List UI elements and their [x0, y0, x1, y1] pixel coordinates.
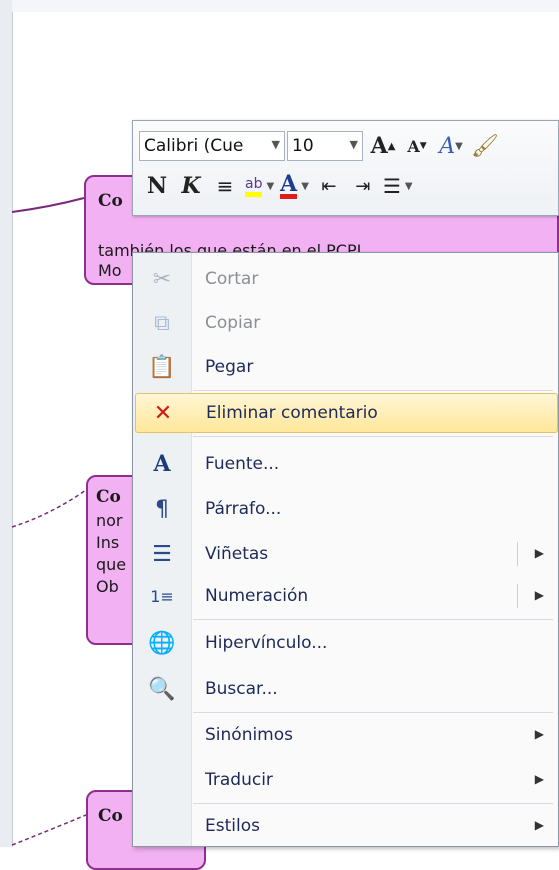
menu-item-label: Eliminar comentario	[206, 403, 378, 423]
font-color-icon: A	[280, 170, 298, 199]
copy-icon: ⧉	[154, 310, 170, 336]
menu-separator	[193, 390, 553, 391]
menu-separator	[193, 712, 553, 713]
bullets-button[interactable]: ☰ ▼	[383, 171, 413, 201]
chevron-down-icon[interactable]: ▼	[266, 181, 274, 192]
submenu-arrow-icon: ▶	[534, 727, 544, 741]
menu-item-cut[interactable]: ✂ Cortar	[135, 259, 558, 299]
split-divider	[517, 584, 518, 608]
menu-item-hyperlink[interactable]: 🌐 Hipervínculo...	[135, 623, 558, 663]
empty-icon-slot	[135, 715, 189, 755]
menu-item-copy[interactable]: ⧉ Copiar	[135, 303, 558, 343]
format-painter-button[interactable]: 🖌	[471, 131, 499, 161]
italic-button[interactable]: K	[177, 171, 205, 201]
research-icon: 🔍	[148, 676, 176, 702]
menu-separator	[193, 803, 553, 804]
bullets-icon: ☰	[382, 174, 401, 198]
increase-indent-button[interactable]: ⇥	[349, 171, 377, 201]
font-size-value: 10	[292, 136, 314, 156]
menu-item-label: Estilos	[205, 816, 260, 836]
menu-item-label: Párrafo...	[205, 499, 282, 519]
submenu-arrow-icon: ▶	[534, 772, 544, 786]
font-icon: A	[153, 451, 171, 477]
menu-item-styles[interactable]: Estilos ▶	[135, 806, 558, 846]
center-align-icon: ≡	[216, 174, 234, 198]
mini-formatting-toolbar: Calibri (Cue ▼ 10 ▼ A▲ A▼ A▼ 🖌 N K ≡	[132, 120, 559, 216]
menu-item-label: Viñetas	[205, 544, 269, 564]
shrink-font-label: A	[407, 136, 420, 156]
context-menu: ✂ Cortar ⧉ Copiar 📋 Pegar ✕ Eliminar com…	[132, 252, 559, 847]
decrease-indent-icon: ⇤	[321, 175, 337, 197]
bold-button[interactable]: N	[143, 171, 171, 201]
menu-item-label: Pegar	[205, 357, 254, 377]
grow-font-label: A	[370, 133, 388, 159]
menu-item-synonyms[interactable]: Sinónimos ▶	[135, 715, 558, 755]
menu-separator	[193, 619, 553, 620]
menu-item-paragraph[interactable]: ¶ Párrafo...	[135, 489, 558, 529]
menu-item-delete-comment[interactable]: ✕ Eliminar comentario	[135, 393, 558, 433]
menu-item-label: Numeración	[205, 586, 309, 606]
shrink-arrow-icon: ▼	[419, 141, 427, 151]
styles-icon: A	[439, 133, 456, 159]
empty-icon-slot	[135, 760, 189, 800]
chevron-down-icon: ▼	[455, 140, 463, 152]
toolbar-row-2: N K ≡ ab ▼ A ▼ ⇤ ⇥ ☰ ▼	[139, 169, 413, 203]
font-color-button[interactable]: A ▼	[280, 171, 309, 201]
menu-item-label: Traducir	[205, 770, 273, 790]
paste-icon: 📋	[148, 354, 176, 380]
empty-icon-slot	[135, 806, 189, 846]
font-name-value: Calibri (Cue	[144, 136, 244, 156]
highlighter-icon: ab	[245, 176, 263, 197]
bullets-icon: ☰	[152, 541, 172, 567]
paragraph-icon: ¶	[155, 496, 169, 522]
menu-item-font[interactable]: A Fuente...	[135, 444, 558, 484]
submenu-arrow-icon[interactable]: ▶	[535, 588, 544, 602]
menu-item-label: Sinónimos	[205, 725, 294, 745]
chevron-down-icon[interactable]: ▼	[272, 138, 280, 151]
grow-arrow-icon: ▲	[387, 140, 396, 152]
toolbar-row-1: Calibri (Cue ▼ 10 ▼ A ▲ A ▼ A ▼ 🖌	[139, 129, 499, 163]
chevron-down-icon[interactable]: ▼	[405, 181, 413, 192]
hyperlink-icon: 🌐	[148, 630, 176, 656]
menu-item-label: Hipervínculo...	[205, 633, 328, 653]
menu-item-translate[interactable]: Traducir ▶	[135, 760, 558, 800]
font-size-combo[interactable]: 10 ▼	[287, 131, 363, 161]
menu-item-label: Copiar	[205, 313, 261, 333]
menu-item-label: Cortar	[205, 269, 259, 289]
menu-item-research[interactable]: 🔍 Buscar...	[135, 669, 558, 709]
menu-item-bullets[interactable]: ☰ Viñetas ▶	[135, 534, 558, 574]
chevron-down-icon[interactable]: ▼	[301, 181, 309, 192]
grow-font-button[interactable]: A ▲	[369, 131, 397, 161]
menu-item-label: Buscar...	[205, 679, 278, 699]
increase-indent-icon: ⇥	[355, 175, 371, 197]
chevron-down-icon[interactable]: ▼	[350, 138, 358, 151]
menu-item-paste[interactable]: 📋 Pegar	[135, 347, 558, 387]
submenu-arrow-icon[interactable]: ▶	[535, 546, 544, 560]
decrease-indent-button[interactable]: ⇤	[315, 171, 343, 201]
shrink-font-button[interactable]: A ▼	[403, 131, 431, 161]
split-divider	[517, 542, 518, 566]
styles-button[interactable]: A ▼	[437, 131, 465, 161]
italic-label: K	[181, 173, 201, 199]
format-painter-icon: 🖌	[471, 133, 499, 159]
menu-item-numbering[interactable]: 1≡ Numeración ▶	[135, 576, 558, 616]
delete-comment-icon: ✕	[153, 400, 173, 426]
numbering-icon: 1≡	[150, 586, 174, 606]
menu-item-label: Fuente...	[205, 454, 280, 474]
font-name-combo[interactable]: Calibri (Cue ▼	[139, 131, 285, 161]
bold-label: N	[146, 173, 168, 199]
menu-separator	[193, 436, 553, 437]
center-align-button[interactable]: ≡	[211, 171, 239, 201]
scissors-icon: ✂	[152, 266, 172, 292]
highlight-button[interactable]: ab ▼	[245, 171, 274, 201]
submenu-arrow-icon: ▶	[534, 818, 544, 832]
